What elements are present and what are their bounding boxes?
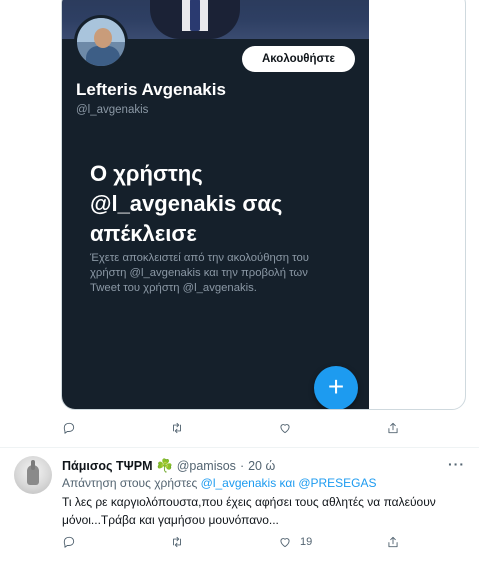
blocked-title: Ο χρήστης @l_avgenakis σας απέκλεισε: [90, 161, 283, 246]
like-icon: [280, 424, 290, 434]
author-handle[interactable]: @pamisos: [177, 459, 236, 473]
follow-button[interactable]: Ακολουθήστε: [242, 46, 355, 72]
clover-icon: ☘️: [156, 458, 173, 473]
reply-icon: [63, 536, 75, 548]
embedded-image-card[interactable]: Ακολουθήστε Lefteris Avgenakis @l_avgena…: [61, 0, 466, 410]
share-icon: [388, 536, 398, 548]
blocked-description: Έχετε αποκλειστεί από την ακολούθηση του…: [90, 252, 309, 294]
retweet-button[interactable]: [170, 421, 184, 435]
tweet-text: Τι λες ρε καργιολόπουστα,που έχεις αφήσε…: [62, 495, 436, 527]
reply-prefix: Απάντηση στους χρήστες: [62, 476, 198, 490]
avatar[interactable]: [14, 456, 52, 494]
profile-avatar: [74, 15, 128, 69]
reply-to-links[interactable]: @l_avgenakis και @PRESEGAS: [201, 476, 377, 490]
profile-handle: @l_avgenakis: [76, 104, 149, 116]
share-button[interactable]: [386, 421, 400, 435]
retweet-icon: [173, 536, 181, 548]
profile-name: Lefteris Avgenakis: [76, 80, 226, 99]
like-icon: [280, 538, 290, 548]
reply-button[interactable]: [62, 535, 76, 549]
more-options-icon[interactable]: ···: [448, 456, 465, 472]
share-button[interactable]: [386, 535, 400, 549]
reply-button[interactable]: [62, 421, 76, 435]
reply-context: Απάντηση στους χρήστες @l_avgenakis και …: [62, 476, 377, 490]
like-button[interactable]: [278, 421, 292, 435]
retweet-button[interactable]: [170, 535, 184, 549]
separator-dot: ·: [239, 459, 245, 473]
like-count: 19: [300, 536, 313, 548]
reply-icon: [63, 422, 75, 434]
quoted-media-tweet: Ακολουθήστε Lefteris Avgenakis @l_avgena…: [0, 0, 479, 450]
like-button[interactable]: 19: [278, 535, 312, 549]
author-name[interactable]: Πάμισος ΤΨΡΜ: [62, 459, 153, 473]
share-icon: [388, 422, 398, 434]
blocked-profile-screenshot: Ακολουθήστε Lefteris Avgenakis @l_avgena…: [62, 0, 369, 409]
compose-fab-button[interactable]: +: [314, 366, 358, 409]
tweet-divider: [0, 447, 479, 448]
retweet-icon: [173, 422, 181, 434]
tweet-header: Πάμισος ΤΨΡΜ ☘️ @pamisos · 20 ώ: [62, 458, 275, 474]
tweet-timestamp[interactable]: 20 ώ: [248, 459, 275, 473]
